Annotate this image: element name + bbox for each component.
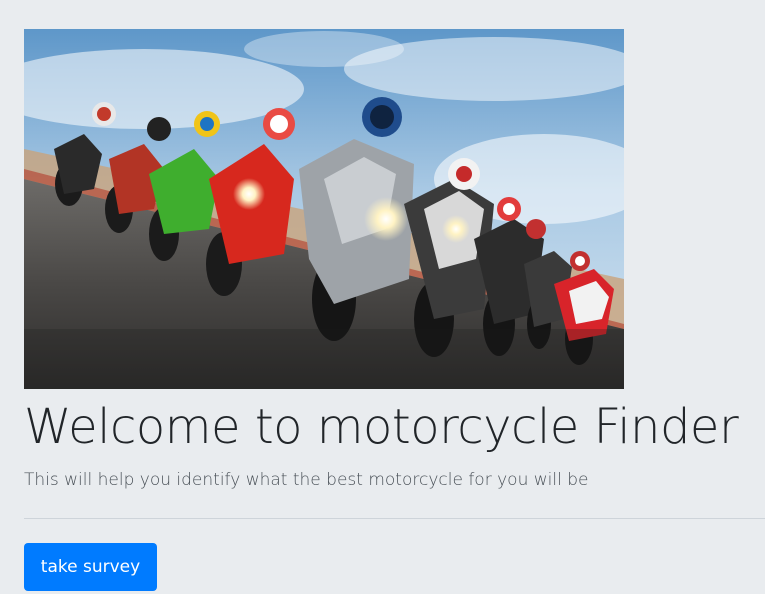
lead-text: This will help you identify what the bes… bbox=[24, 470, 589, 490]
take-survey-button[interactable]: take survey bbox=[24, 543, 157, 591]
page-title: Welcome to motorcycle Finder bbox=[24, 399, 739, 455]
hero-image bbox=[24, 29, 624, 389]
jumbotron: Welcome to motorcycle Finder This will h… bbox=[0, 0, 765, 594]
divider bbox=[24, 518, 765, 519]
